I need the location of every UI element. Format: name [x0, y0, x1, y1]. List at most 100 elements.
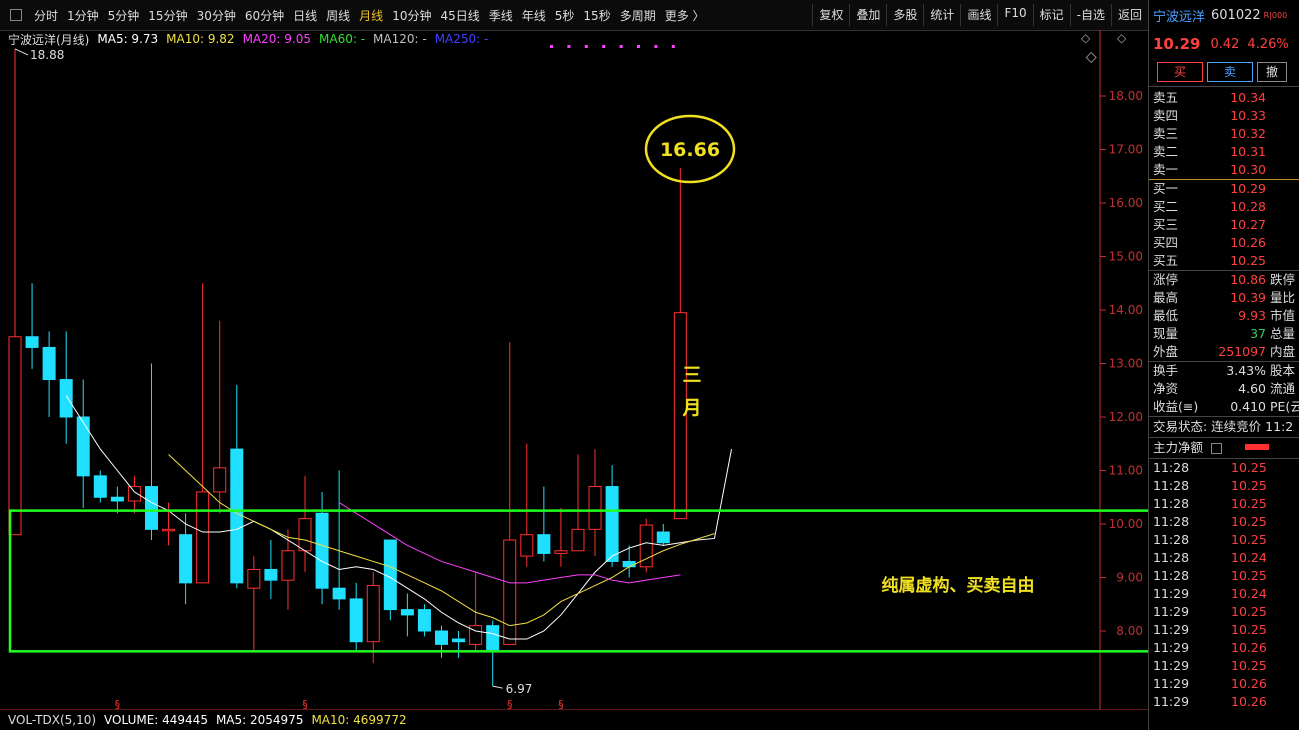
ask-row: 卖三 10.32 [1149, 125, 1299, 143]
window-icon[interactable] [10, 9, 22, 21]
period-tab[interactable]: 5分钟 [108, 7, 140, 24]
tick-time: 11:29 [1153, 586, 1190, 601]
tick-row: 11:28 10.25 [1149, 477, 1299, 495]
tick-price: 10.25 [1231, 568, 1267, 583]
annotation-yue: 月 [681, 397, 701, 419]
period-tab[interactable]: 1分钟 [67, 7, 99, 24]
diamond-icon[interactable]: ◇ [1081, 31, 1091, 45]
tick-price: 10.25 [1231, 658, 1267, 673]
candle [179, 513, 193, 605]
low-pointer [492, 685, 503, 689]
period-tab[interactable]: 月线 [359, 7, 383, 24]
tick-price: 10.25 [1231, 496, 1267, 511]
candle [656, 524, 670, 546]
period-tab[interactable]: 60分钟 [245, 7, 284, 24]
row-value: 10.32 [1230, 126, 1266, 141]
candle [25, 283, 39, 369]
candle-body [537, 534, 551, 554]
price-change: 0.42 [1210, 36, 1240, 52]
y-tick-label: 14.00 [1109, 303, 1143, 317]
tick-row: 11:28 10.25 [1149, 459, 1299, 477]
candle-body [486, 625, 500, 651]
row-value: 10.33 [1230, 108, 1266, 123]
stat-row: 换手 3.43% 股本 [1149, 362, 1299, 380]
tick-row: 11:29 10.24 [1149, 585, 1299, 603]
tool-button[interactable]: 复权 [812, 4, 849, 26]
period-tab[interactable]: 10分钟 [392, 7, 431, 24]
candle-body [8, 336, 22, 536]
period-tab[interactable]: 季线 [489, 7, 513, 24]
candle [588, 449, 602, 557]
candle-body [213, 467, 227, 493]
tool-button[interactable]: -自选 [1069, 4, 1111, 26]
bid-book: 买一 10.29 买二 10.28 买三 10.27 买四 10.26 买五 10.25 [1149, 179, 1299, 270]
tool-button[interactable]: 画线 [960, 4, 997, 26]
tool-button[interactable]: F10 [997, 4, 1032, 26]
cancel-button[interactable]: 撤 [1257, 62, 1288, 82]
candle-body [42, 346, 56, 381]
candle-body [622, 560, 636, 568]
candle-body [435, 630, 448, 645]
row-label: 卖三 [1153, 126, 1179, 141]
y-tick-label: 10.00 [1109, 517, 1143, 531]
row-label: 换手 [1153, 363, 1179, 378]
tick-price: 10.25 [1231, 514, 1267, 529]
row-label: 涨停 [1153, 272, 1179, 287]
period-tab[interactable]: 年线 [522, 7, 546, 24]
buy-button[interactable]: 买 [1157, 62, 1204, 82]
tick-price: 10.25 [1231, 622, 1267, 637]
period-tab[interactable]: 周线 [326, 7, 350, 24]
price-pct: 4.26% [1247, 36, 1289, 52]
row-value: 4.60 [1238, 381, 1266, 396]
period-tab[interactable]: 更多 〉 [665, 7, 705, 24]
period-tab[interactable]: 15分钟 [148, 7, 187, 24]
tool-button[interactable]: 叠加 [849, 4, 886, 26]
settings-icon[interactable]: ◇ [1117, 31, 1127, 45]
chart-tools: 复权 叠加 多股 统计 画线 F10 标记 -自选 返回 [812, 4, 1148, 26]
candle [537, 486, 551, 562]
tool-button[interactable]: 多股 [886, 4, 923, 26]
period-tab[interactable]: 30分钟 [197, 7, 236, 24]
row-label: 买一 [1153, 181, 1179, 196]
candle [400, 593, 414, 637]
row-label: 卖二 [1153, 144, 1179, 159]
sell-button[interactable]: 卖 [1207, 62, 1254, 82]
period-tab[interactable]: 5秒 [555, 7, 575, 24]
list-icon[interactable] [1211, 443, 1222, 454]
row-value: 10.34 [1230, 90, 1266, 105]
ma-line-ma5 [65, 395, 733, 640]
y-tick-label: 15.00 [1109, 250, 1143, 264]
period-tab[interactable]: 45日线 [440, 7, 479, 24]
row-value: 10.86 [1230, 272, 1266, 287]
tool-button[interactable]: 返回 [1110, 4, 1148, 26]
kline-chart[interactable]: ◇ ◇ 18.00 17.00 16.00 15.00 14.00 13.00 12.00 11.… [0, 30, 1148, 710]
ask-book: 卖五 10.34 卖四 10.33 卖三 10.32 卖二 10.31 卖一 10.30 [1149, 86, 1299, 179]
tick-time: 11:29 [1153, 694, 1190, 709]
tick-time: 11:29 [1153, 604, 1190, 619]
row-label: 最低 [1153, 308, 1179, 323]
candle [59, 331, 73, 444]
candle [281, 529, 295, 610]
ask-row: 卖五 10.34 [1149, 89, 1299, 107]
peak-label: 16.66 [660, 139, 720, 161]
candle-body [247, 568, 261, 589]
period-tab[interactable]: 分时 [34, 7, 58, 24]
ma-line-ma10 [168, 454, 715, 627]
tool-button[interactable]: 标记 [1032, 4, 1070, 26]
diamond-icon[interactable] [1085, 51, 1097, 64]
tick-row: 11:29 10.25 [1149, 603, 1299, 621]
candle-body [332, 587, 346, 600]
candle [554, 507, 568, 567]
signal-marker: § [115, 698, 121, 710]
period-tab[interactable]: 多周期 [620, 7, 656, 24]
tool-button[interactable]: 统计 [923, 4, 960, 26]
period-tab[interactable]: 日线 [293, 7, 317, 24]
row-right-label: 市值 [1270, 308, 1296, 323]
last-price: 10.29 [1153, 35, 1201, 53]
marker-dot [637, 45, 640, 48]
bid-row: 买四 10.26 [1149, 234, 1299, 252]
candle-body [196, 491, 210, 584]
marker-dot [602, 45, 606, 48]
period-tab[interactable]: 15秒 [583, 7, 610, 24]
candle-body [127, 486, 141, 502]
